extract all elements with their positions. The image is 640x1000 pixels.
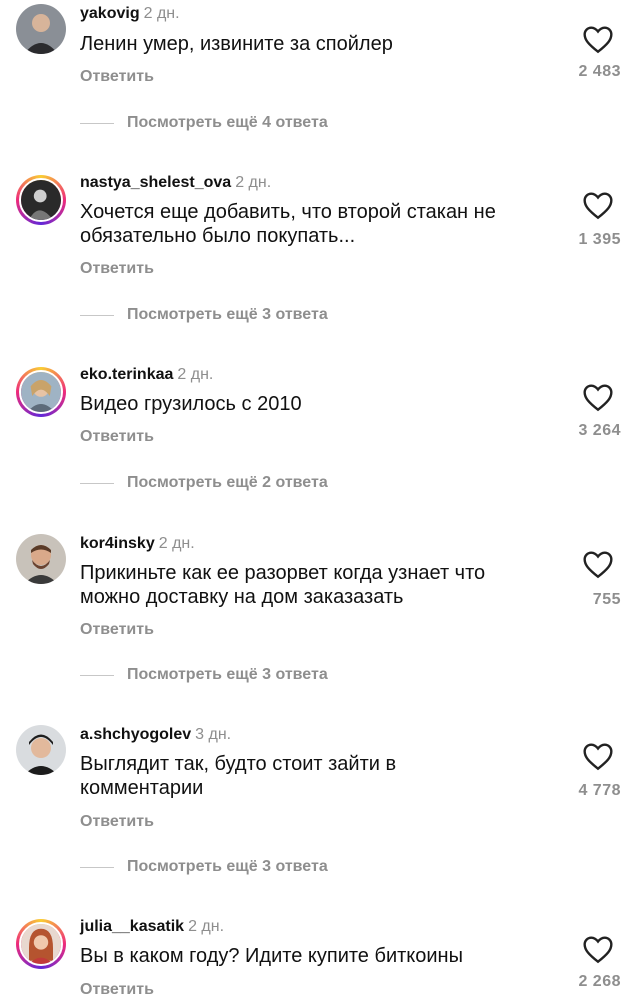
comment-username[interactable]: a.shchyogolev [80, 726, 191, 743]
comment-text: Выглядит так, будто стоит зайти в коммен… [80, 753, 397, 799]
reply-button[interactable]: Ответить [80, 259, 154, 279]
comment-username[interactable]: yakovig [80, 5, 140, 22]
like-count: 2 483 [578, 63, 621, 80]
reply-thread-line [80, 482, 114, 484]
comment-text: Видео грузилось с 2010 [80, 393, 302, 415]
view-more-replies[interactable]: Посмотреть ещё 4 ответа [80, 113, 328, 133]
view-more-replies-label: Посмотреть ещё 3 ответа [127, 666, 328, 683]
heart-outline-icon [583, 551, 613, 579]
avatar[interactable] [16, 175, 66, 225]
reply-thread-line [80, 866, 114, 868]
comment-time: 2 дн. [177, 366, 214, 383]
comment-time: 3 дн. [195, 726, 232, 743]
comment-time: 2 дн. [158, 535, 195, 552]
view-more-replies[interactable]: Посмотреть ещё 2 ответа [80, 473, 328, 493]
like-count: 2 268 [578, 973, 621, 990]
like-button[interactable] [582, 549, 614, 579]
comment-time: 2 дн. [235, 174, 272, 191]
comment-username[interactable]: eko.terinkaa [80, 366, 173, 383]
reply-button[interactable]: Ответить [80, 427, 154, 447]
comment-text: Вы в каком году? Идите купите биткоины [80, 945, 463, 967]
like-count: 4 778 [578, 782, 621, 799]
comment-username[interactable]: julia__kasatik [80, 918, 184, 935]
like-count: 755 [592, 591, 621, 608]
avatar[interactable] [16, 919, 66, 969]
heart-outline-icon [583, 384, 613, 412]
avatar[interactable] [16, 4, 66, 54]
like-button[interactable] [582, 190, 614, 220]
comment-text: Хочется еще добавить, что второй стакан … [80, 201, 496, 247]
reply-thread-line [80, 122, 114, 124]
reply-button[interactable]: Ответить [80, 67, 154, 87]
reply-thread-line [80, 674, 114, 676]
avatar[interactable] [16, 367, 66, 417]
heart-outline-icon [583, 26, 613, 54]
view-more-replies-label: Посмотреть ещё 3 ответа [127, 306, 328, 323]
comment-username[interactable]: nastya_shelest_ova [80, 174, 231, 191]
view-more-replies-label: Посмотреть ещё 4 ответа [127, 114, 328, 131]
like-button[interactable] [582, 741, 614, 771]
comment-text: Ленин умер, извините за спойлер [80, 33, 393, 55]
view-more-replies[interactable]: Посмотреть ещё 3 ответа [80, 305, 328, 325]
comment-username[interactable]: kor4insky [80, 535, 155, 552]
avatar[interactable] [16, 725, 66, 775]
heart-outline-icon [583, 936, 613, 964]
comment-text: Прикиньте как ее разорвет когда узнает ч… [80, 562, 486, 608]
heart-outline-icon [583, 192, 613, 220]
comment-time: 2 дн. [143, 5, 180, 22]
avatar[interactable] [16, 534, 66, 584]
reply-button[interactable]: Ответить [80, 812, 154, 832]
like-button[interactable] [582, 24, 614, 54]
like-count: 3 264 [578, 422, 621, 439]
comment-time: 2 дн. [188, 918, 225, 935]
view-more-replies-label: Посмотреть ещё 2 ответа [127, 474, 328, 491]
like-button[interactable] [582, 934, 614, 964]
reply-button[interactable]: Ответить [80, 620, 154, 640]
like-count: 1 395 [578, 231, 621, 248]
like-button[interactable] [582, 382, 614, 412]
heart-outline-icon [583, 743, 613, 771]
reply-button[interactable]: Ответить [80, 980, 154, 1000]
view-more-replies[interactable]: Посмотреть ещё 3 ответа [80, 665, 328, 685]
view-more-replies-label: Посмотреть ещё 3 ответа [127, 858, 328, 875]
view-more-replies[interactable]: Посмотреть ещё 3 ответа [80, 857, 328, 877]
reply-thread-line [80, 314, 114, 316]
